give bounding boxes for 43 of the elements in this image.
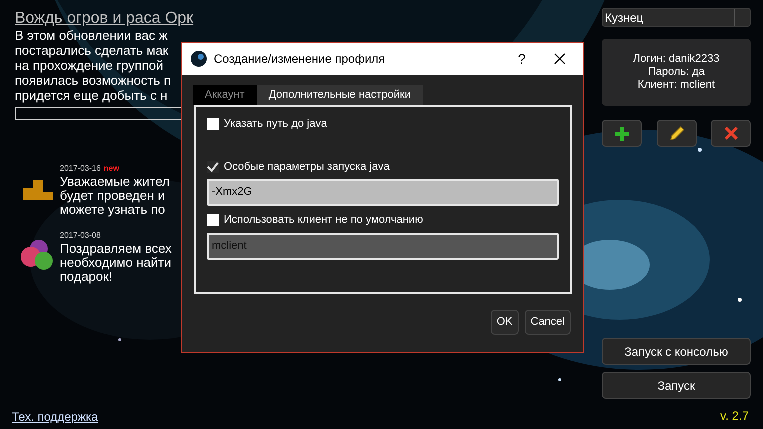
launch-button[interactable]: Запуск с консолью — [602, 338, 751, 365]
plus-icon — [615, 126, 629, 140]
checkbox[interactable] — [207, 118, 219, 130]
pencil-icon — [668, 126, 684, 142]
new-label: new — [104, 163, 120, 175]
close-icon — [554, 53, 566, 65]
edit-button[interactable] — [656, 120, 696, 147]
checkbox[interactable] — [207, 214, 219, 226]
help-button[interactable]: ? — [507, 48, 537, 70]
news-text: подарок! — [60, 270, 113, 284]
dialog-title: Создание/изменение профиля — [214, 51, 386, 68]
launch-button[interactable]: Запуск — [602, 372, 751, 399]
version-label: v. 2.7 — [720, 408, 749, 425]
news-date: 2017-03-08 — [60, 230, 101, 242]
news-text: постарались сделать мак — [15, 43, 170, 58]
news-text: В этом обновлении вас ж — [15, 28, 169, 43]
tab[interactable]: Дополнительные настройки — [256, 85, 424, 105]
support-link[interactable]: Тех. поддержка — [12, 408, 98, 426]
checkbox-label: Использовать клиент не по умолчанию — [224, 213, 424, 228]
dialog-button[interactable]: OK — [490, 310, 519, 335]
news-text: можете узнать по — [60, 203, 166, 217]
news-text: будет проведен и — [60, 189, 166, 203]
news-text: необходимо найти — [60, 256, 172, 270]
tab[interactable]: Аккаунт — [193, 85, 257, 105]
input-field[interactable]: -Xmx2G — [207, 179, 559, 206]
news-text: на прохождение группой — [15, 58, 165, 73]
news-text: Уважаемые жител — [60, 175, 170, 189]
checkbox[interactable] — [207, 160, 219, 173]
dialog-button[interactable]: Cancel — [524, 310, 571, 335]
news-text: Поздравляем всех — [60, 242, 172, 256]
news-date: 2017-03-16 — [60, 163, 101, 175]
news-text: появилась возможность п — [15, 73, 172, 88]
news-text: придется еще добыть с н — [15, 88, 169, 103]
profile-card: Логин: danik2233 Пароль: да Клиент: mclient — [602, 39, 751, 106]
checkbox-label: Особые параметры запуска java — [224, 160, 390, 174]
news-headline[interactable]: Вождь огров и раса Орк — [15, 10, 195, 28]
checkbox-label: Указать путь до java — [224, 117, 328, 132]
delete-button[interactable] — [711, 120, 751, 147]
close-icon — [724, 127, 738, 140]
podium-icon — [23, 180, 53, 200]
add-button[interactable] — [602, 120, 642, 147]
profile-dropdown[interactable]: Кузнец — [602, 8, 751, 27]
globe-icon — [191, 51, 207, 67]
